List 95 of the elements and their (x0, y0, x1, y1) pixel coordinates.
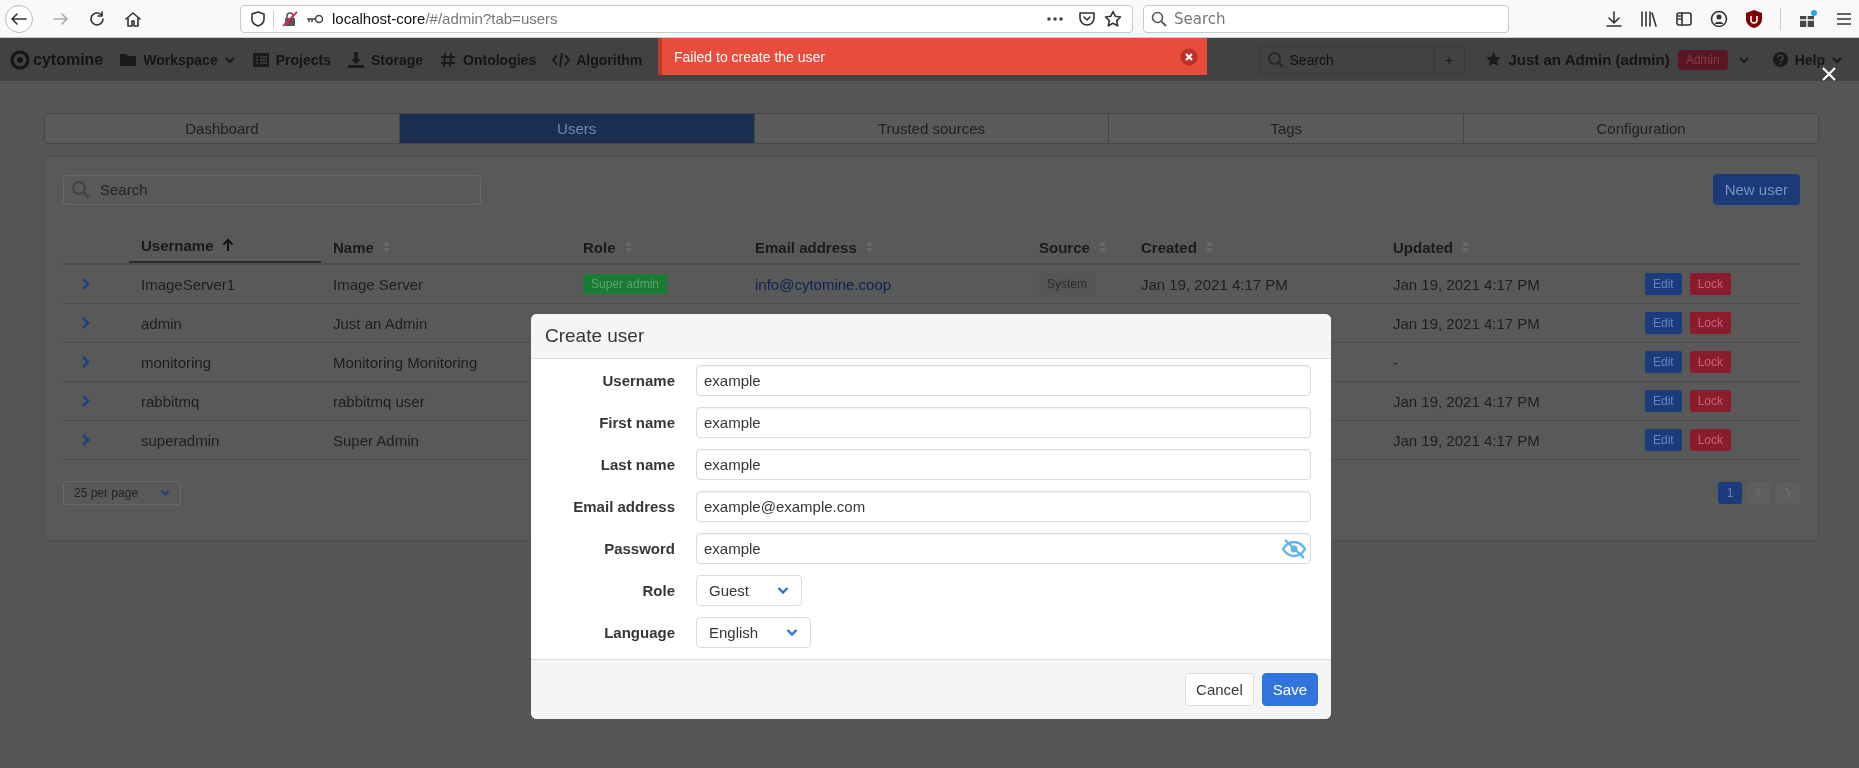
library-icon[interactable] (1640, 9, 1658, 28)
role-badge: Super admin (583, 274, 668, 294)
table-cell: Super Admin (333, 431, 419, 449)
code-icon (552, 50, 571, 69)
email-link[interactable]: info@cytomine.coop (755, 275, 892, 293)
back-icon[interactable] (4, 3, 34, 34)
close-icon[interactable] (1821, 66, 1837, 82)
reload-icon[interactable] (88, 9, 106, 28)
toast-message: Failed to create the user (674, 48, 825, 65)
table-cell: ImageServer1 (141, 275, 236, 293)
select-field[interactable]: English (696, 617, 812, 648)
lock-button[interactable]: Lock (1689, 390, 1732, 412)
field-label: Last name (599, 456, 676, 473)
table-cell: Monitoring Monitoring (333, 353, 478, 371)
table-cell: Jan 19, 2021 4:17 PM (1393, 431, 1540, 449)
pocket-icon[interactable] (1078, 9, 1096, 28)
insecure-lock-icon (282, 10, 298, 27)
add-button[interactable]: + (1434, 45, 1465, 74)
column-header[interactable]: Role (571, 229, 743, 263)
arrow-up-icon (221, 238, 234, 252)
shield-icon (251, 10, 265, 27)
home-icon[interactable] (124, 9, 142, 28)
field-label: Password (603, 540, 676, 557)
column-header[interactable]: Name (321, 229, 571, 263)
field-label: Role (641, 582, 676, 599)
lock-button[interactable]: Lock (1689, 312, 1732, 334)
list-icon (251, 50, 270, 69)
url-host: localhost-core (332, 10, 426, 27)
column-header[interactable]: Created (1129, 229, 1381, 263)
tab[interactable]: Users (399, 114, 755, 143)
shield-extension-icon[interactable] (1745, 8, 1763, 29)
table-cell: Jan 19, 2021 4:17 PM (1141, 275, 1288, 293)
sidebar-icon[interactable] (1675, 9, 1693, 28)
search-field[interactable]: Search (63, 174, 481, 205)
star-icon (1484, 51, 1502, 68)
column-header[interactable]: Email address (743, 229, 1027, 263)
save-button[interactable]: Save (1261, 673, 1318, 706)
table-cell: rabbitmq user (333, 392, 425, 410)
help-icon (1771, 51, 1789, 68)
table-cell: Jan 19, 2021 4:17 PM (1393, 392, 1540, 410)
field-label: First name (598, 414, 676, 431)
field-label: Username (601, 372, 676, 389)
lock-button[interactable]: Lock (1689, 429, 1732, 451)
close-icon[interactable] (1180, 47, 1198, 66)
edit-button[interactable]: Edit (1645, 351, 1682, 373)
chevron-down-icon (786, 628, 799, 637)
lock-button[interactable]: Lock (1689, 273, 1732, 295)
field-label: Language (603, 624, 676, 641)
edit-button[interactable]: Edit (1645, 312, 1682, 334)
key-icon (306, 13, 324, 24)
password-field[interactable]: example (696, 533, 1311, 564)
search-icon (1266, 50, 1285, 69)
hash-icon (439, 50, 458, 69)
tab[interactable]: Configuration (1464, 114, 1818, 143)
table-cell: Jan 19, 2021 4:17 PM (1393, 314, 1540, 332)
input-field[interactable]: example (696, 365, 1311, 396)
table-cell: rabbitmq (141, 392, 200, 410)
star-icon[interactable] (1104, 9, 1122, 28)
address-bar[interactable]: localhost-core/#/admin?tab=users (240, 4, 1133, 33)
field-label: Email address (572, 498, 676, 515)
more-icon[interactable] (1046, 15, 1064, 22)
table-cell: Jan 19, 2021 4:17 PM (1393, 275, 1540, 293)
table-cell: Just an Admin (333, 314, 428, 332)
dialog-title: Create user (545, 325, 645, 347)
tab[interactable]: Trusted sources (754, 114, 1110, 143)
table-cell: Image Server (333, 275, 424, 293)
input-field[interactable]: example (696, 407, 1311, 438)
tab[interactable]: Dashboard (45, 114, 400, 143)
column-header[interactable]: Source (1027, 229, 1129, 263)
lock-button[interactable]: Lock (1689, 351, 1732, 373)
download-icon[interactable] (1605, 9, 1623, 28)
column-header[interactable]: Username (129, 229, 321, 263)
edit-button[interactable]: Edit (1645, 273, 1682, 295)
input-field[interactable]: example (696, 449, 1311, 480)
edit-button[interactable]: Edit (1645, 429, 1682, 451)
account-icon[interactable] (1710, 9, 1728, 28)
cancel-button[interactable]: Cancel (1185, 673, 1254, 706)
edit-button[interactable]: Edit (1645, 390, 1682, 412)
new-user-button[interactable]: New user (1712, 174, 1800, 205)
table-cell: superadmin (141, 431, 220, 449)
gift-icon[interactable] (1798, 8, 1818, 29)
table-cell: admin (141, 314, 182, 332)
column-header[interactable]: Updated (1381, 229, 1633, 263)
page-button[interactable]: 1 (1718, 482, 1742, 504)
select-field[interactable]: Guest (696, 575, 803, 606)
table-cell: monitoring (141, 353, 212, 371)
chevron-down-icon (160, 489, 171, 497)
input-field[interactable]: example@example.com (696, 491, 1311, 522)
table-cell: - (1393, 353, 1398, 371)
chevron-down-icon (777, 586, 790, 595)
url-path: /#/admin?tab=users (425, 10, 558, 27)
search-icon (1151, 10, 1167, 27)
tab[interactable]: Tags (1109, 114, 1465, 143)
download-icon (346, 50, 365, 69)
chevron-down-icon (1831, 54, 1843, 65)
